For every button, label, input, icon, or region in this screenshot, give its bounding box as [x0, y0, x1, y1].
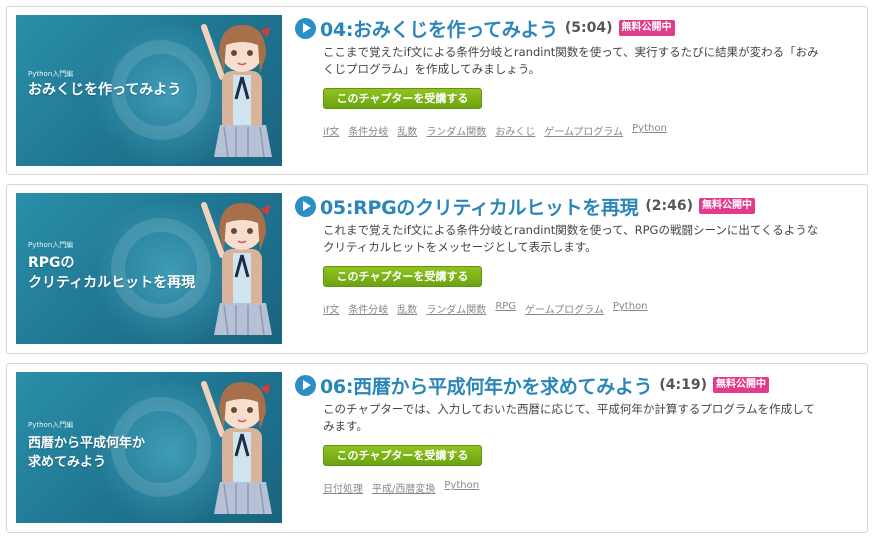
tag-link[interactable]: RPG: [495, 301, 516, 316]
thumbnail-kicker: Python入門編: [28, 241, 74, 249]
chapter-title-row: 04:おみくじを作ってみよう (5:04) 無料公開中: [295, 15, 857, 41]
chapter-description: ここまで覚えたif文による条件分岐とrandint関数を使って、実行するたびに結…: [323, 45, 819, 76]
tag-link[interactable]: 乱数: [397, 301, 417, 316]
tag-link[interactable]: Python: [444, 480, 479, 495]
play-circle-icon[interactable]: [295, 374, 316, 396]
chapter-card: Python入門編 RPGの クリティカルヒットを再現 05:RPGのクリティカ…: [6, 184, 868, 354]
chapter-thumbnail[interactable]: Python入門編 RPGの クリティカルヒットを再現: [16, 193, 282, 344]
thumbnail-kicker: Python入門編: [28, 421, 74, 429]
tag-list: 日付処理 平成/西暦変換 Python: [323, 480, 857, 495]
chapter-duration: (4:19): [659, 377, 707, 393]
tag-list: if文 条件分岐 乱数 ランダム関数 おみくじ ゲームプログラム Python: [323, 123, 857, 138]
free-badge: 無料公開中: [712, 377, 769, 393]
free-badge: 無料公開中: [698, 198, 755, 214]
chapter-thumbnail[interactable]: Python入門編 西暦から平成何年か 求めてみよう: [16, 372, 282, 523]
chapter-description: このチャプターでは、入力しておいた西暦に応じて、平成何年か計算するプログラムを作…: [323, 402, 815, 433]
chapter-card: Python入門編 西暦から平成何年か 求めてみよう 06:西暦から平成何年かを…: [6, 363, 868, 533]
chapter-title-row: 05:RPGのクリティカルヒットを再現 (2:46) 無料公開中: [295, 193, 857, 219]
tag-link[interactable]: 平成/西暦変換: [372, 480, 435, 495]
tag-link[interactable]: 乱数: [397, 123, 417, 138]
chapter-info: 05:RPGのクリティカルヒットを再現 (2:46) 無料公開中 これまで覚えた…: [295, 193, 857, 316]
chapter-info: 04:おみくじを作ってみよう (5:04) 無料公開中 ここまで覚えたif文によ…: [295, 15, 857, 138]
tag-link[interactable]: if文: [323, 123, 339, 138]
chapter-description: これまで覚えたif文による条件分岐とrandint関数を使って、RPGの戦闘シー…: [323, 223, 819, 254]
tag-link[interactable]: 条件分岐: [348, 301, 388, 316]
free-badge: 無料公開中: [618, 20, 675, 36]
chapter-duration: (2:46): [645, 198, 693, 214]
thumbnail-title: 西暦から平成何年か 求めてみよう: [28, 436, 146, 470]
mascot-illustration: [201, 24, 272, 158]
chapter-title[interactable]: 05:RPGのクリティカルヒットを再現: [320, 193, 639, 220]
enroll-chapter-button[interactable]: このチャプターを受講する: [323, 266, 482, 287]
mascot-illustration: [201, 202, 272, 336]
enroll-chapter-button[interactable]: このチャプターを受講する: [323, 445, 482, 466]
tag-link[interactable]: ランダム関数: [426, 123, 486, 138]
chapter-duration: (5:04): [564, 20, 613, 36]
tag-link[interactable]: Python: [613, 301, 648, 316]
enroll-chapter-button[interactable]: このチャプターを受講する: [323, 88, 482, 109]
play-circle-icon[interactable]: [295, 195, 316, 217]
tag-link[interactable]: 日付処理: [323, 480, 363, 495]
tag-list: if文 条件分岐 乱数 ランダム関数 RPG ゲームプログラム Python: [323, 301, 857, 316]
chapter-thumbnail[interactable]: Python入門編 おみくじを作ってみよう: [16, 15, 282, 166]
tag-link[interactable]: 条件分岐: [348, 123, 388, 138]
tag-link[interactable]: ゲームプログラム: [544, 123, 623, 138]
tag-link[interactable]: ゲームプログラム: [525, 301, 604, 316]
tag-link[interactable]: おみくじ: [495, 123, 535, 138]
tag-link[interactable]: Python: [632, 123, 667, 138]
thumbnail-title: おみくじを作ってみよう: [28, 82, 182, 98]
chapter-title[interactable]: 06:西暦から平成何年かを求めてみよう: [320, 372, 653, 399]
mascot-illustration: [201, 381, 272, 515]
chapter-title[interactable]: 04:おみくじを作ってみよう: [320, 15, 558, 42]
thumbnail-kicker: Python入門編: [28, 70, 74, 78]
tag-link[interactable]: ランダム関数: [426, 301, 486, 316]
play-circle-icon[interactable]: [295, 17, 316, 39]
chapter-title-row: 06:西暦から平成何年かを求めてみよう (4:19) 無料公開中: [295, 372, 857, 398]
tag-link[interactable]: if文: [323, 301, 339, 316]
chapter-info: 06:西暦から平成何年かを求めてみよう (4:19) 無料公開中 このチャプター…: [295, 372, 857, 495]
thumbnail-title: RPGの クリティカルヒットを再現: [28, 255, 196, 291]
chapter-card: Python入門編 おみくじを作ってみよう 04:おみくじを作ってみよう (5:…: [6, 6, 868, 175]
